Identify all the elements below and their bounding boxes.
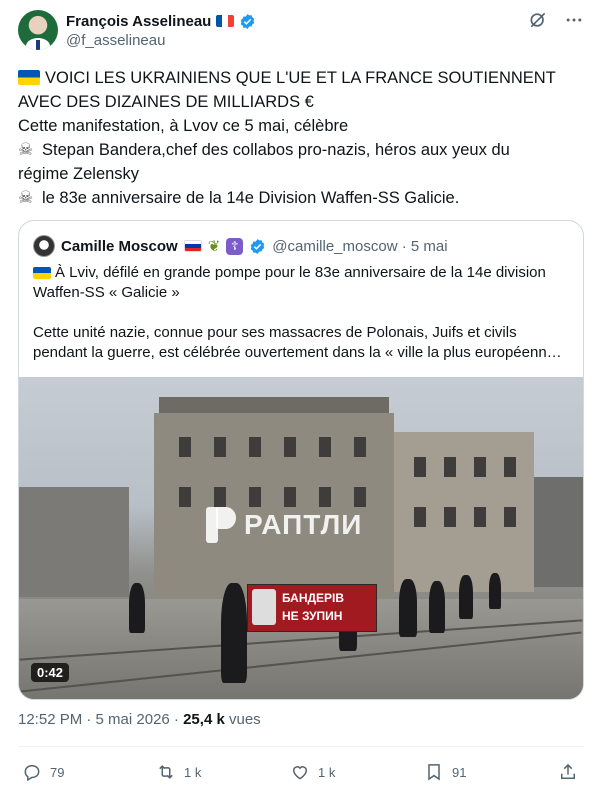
tweet-line: régime Zelensky	[18, 162, 578, 186]
window	[249, 437, 261, 457]
marcher	[221, 583, 247, 683]
watermark-logo-icon	[204, 505, 236, 545]
quote-display-name[interactable]: Camille Moscow	[61, 238, 178, 255]
tweet-line-text: AVEC DES DIZAINES DE MILLIARDS €	[18, 93, 314, 111]
tweet-line: VOICI LES UKRAINIENS QUE L'UE ET LA FRAN…	[18, 66, 578, 90]
video-player[interactable]: БАНДЕРІВ НЕ ЗУПИН РАПТЛИ 0:42	[19, 377, 583, 699]
tweet-text: VOICI LES UKRAINIENS QUE L'UE ET LA FRAN…	[18, 66, 578, 210]
ukraine-flag-icon	[18, 70, 40, 85]
window	[414, 507, 426, 527]
reply-icon	[24, 765, 40, 782]
avatar-tie	[36, 40, 40, 50]
olive-branch-icon: ❦	[207, 238, 221, 255]
window	[284, 437, 296, 457]
quote-line: Cette unité nazie, connue pour ses massa…	[33, 324, 517, 341]
quote-handle-time[interactable]: @camille_moscow · 5 mai	[272, 238, 447, 255]
protest-banner: БАНДЕРІВ НЕ ЗУПИН	[247, 584, 377, 632]
watermark-text: РАПТЛИ	[244, 509, 363, 540]
window	[354, 437, 366, 457]
tweet-top-actions	[528, 10, 584, 30]
window	[354, 487, 366, 507]
marcher	[399, 579, 417, 637]
banner-portrait	[252, 589, 276, 625]
share-icon	[561, 763, 575, 779]
retweet-button[interactable]: 1 k	[156, 758, 201, 786]
marcher	[429, 581, 445, 633]
building	[534, 477, 583, 587]
tweet-line-text: Stepan Bandera,chef des collabos pro-naz…	[42, 141, 510, 159]
bookmark-icon	[428, 764, 440, 781]
window	[284, 487, 296, 507]
views-count: 25,4 k	[183, 711, 225, 728]
window	[504, 457, 516, 477]
divider	[18, 746, 584, 747]
banner-line: НЕ ЗУПИН	[282, 609, 343, 623]
tweet-line-text: VOICI LES UKRAINIENS QUE L'UE ET LA FRAN…	[45, 69, 556, 87]
skull-crossbones-icon: ☠	[18, 188, 34, 207]
verified-icon	[241, 13, 255, 29]
window	[504, 507, 516, 527]
tweet-line-text: régime Zelensky	[18, 165, 140, 183]
quote-line: pendant la guerre, est célébrée ouvertem…	[33, 344, 562, 361]
retweet-icon	[159, 765, 173, 779]
window	[179, 487, 191, 507]
reply-button[interactable]: 79	[22, 758, 64, 786]
quote-line: À Lviv, défilé en grande pompe pour le 8…	[33, 263, 573, 283]
more-icon[interactable]	[564, 10, 584, 30]
like-icon	[292, 766, 308, 780]
bookmark-button[interactable]: 91	[424, 758, 466, 786]
window	[214, 437, 226, 457]
window	[414, 457, 426, 477]
window	[249, 487, 261, 507]
tweet-line: ☠ le 83e anniversaire de la 14e Division …	[18, 186, 578, 210]
window	[444, 507, 456, 527]
building	[19, 487, 129, 597]
tweet-timestamp[interactable]: 12:52 PM · 5 mai 2026 ·	[18, 711, 183, 728]
quote-line: Waffen-SS « Galicie »	[33, 284, 180, 301]
like-count: 1 k	[318, 764, 336, 780]
author-handle[interactable]: @f_asselineau	[66, 32, 165, 49]
verified-icon	[251, 238, 265, 254]
russia-flag-icon	[183, 240, 202, 252]
marcher	[459, 575, 473, 619]
window	[474, 507, 486, 527]
skull-crossbones-icon: ☠	[18, 140, 34, 159]
banner-line: БАНДЕРІВ	[282, 591, 345, 605]
window	[319, 487, 331, 507]
tweet-line: ☠ Stepan Bandera,chef des collabos pro-na…	[18, 138, 578, 162]
tweet-line-text: le 83e anniversaire de la 14e Division W…	[42, 189, 460, 207]
tweet-meta: 12:52 PM · 5 mai 2026 · 25,4 k vues	[18, 711, 261, 728]
orthodox-cross-icon: ☦	[226, 237, 244, 255]
video-watermark: РАПТЛИ	[204, 505, 362, 545]
window	[319, 437, 331, 457]
window	[214, 487, 226, 507]
grok-icon[interactable]	[528, 10, 548, 30]
marcher	[489, 573, 501, 609]
quoted-tweet[interactable]: Camille Moscow ❦ ☦ @camille_moscow · 5 m…	[18, 220, 584, 700]
reply-count: 79	[50, 764, 65, 780]
france-flag-icon	[216, 15, 235, 27]
share-button[interactable]	[558, 758, 578, 786]
quote-text: À Lviv, défilé en grande pompe pour le 8…	[33, 263, 573, 363]
author-avatar[interactable]	[18, 10, 58, 50]
tweet-line: AVEC DES DIZAINES DE MILLIARDS €	[18, 90, 578, 114]
quote-header: Camille Moscow ❦ ☦ @camille_moscow · 5 m…	[33, 235, 448, 257]
like-button[interactable]: 1 k	[290, 758, 335, 786]
window	[474, 457, 486, 477]
quote-avatar[interactable]	[33, 235, 55, 257]
bookmark-count: 91	[452, 764, 467, 780]
tweet-line-text: Cette manifestation, à Lvov ce 5 mai, cé…	[18, 117, 349, 135]
window	[444, 457, 456, 477]
quote-line-text: À Lviv, défilé en grande pompe pour le 8…	[55, 264, 546, 281]
video-duration: 0:42	[31, 663, 70, 682]
retweet-count: 1 k	[184, 764, 202, 780]
marcher	[129, 583, 145, 633]
window	[179, 437, 191, 457]
views-label: vues	[224, 711, 261, 728]
tweet-line: Cette manifestation, à Lvov ce 5 mai, cé…	[18, 114, 578, 138]
ukraine-flag-icon	[33, 267, 51, 279]
author-name-row: François Asselineau	[66, 11, 256, 31]
author-display-name[interactable]: François Asselineau	[66, 13, 211, 30]
